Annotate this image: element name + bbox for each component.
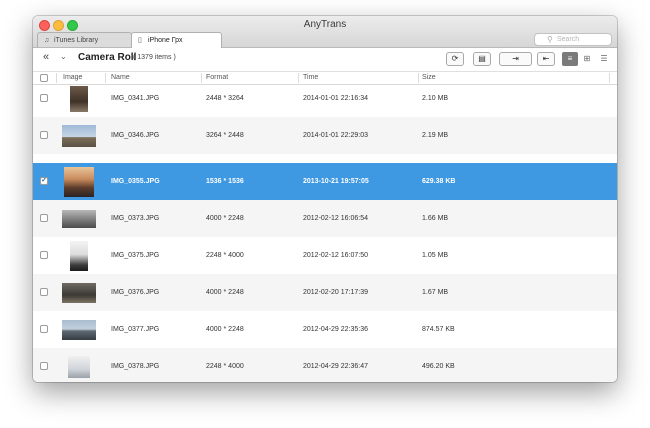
table-row[interactable]: IMG_0341.JPG 2448 * 3264 2014-01-01 22:16:… <box>33 84 617 117</box>
cell-time: 2012-02-12 16:06:54 <box>303 215 368 222</box>
cell-format: 4000 * 2248 <box>206 326 244 333</box>
cell-size: 1.67 MB <box>422 289 449 296</box>
grid-view-icon: ⊞ <box>583 54 591 63</box>
list-view-icon: ≡ <box>567 54 573 63</box>
photo-thumbnail[interactable] <box>62 124 96 147</box>
toolbar: « ⌄ Camera Roll ( 1379 items ) ⟳ ▤ ⇥ ⇤ ≡… <box>33 48 617 72</box>
row-checkbox[interactable] <box>40 288 48 296</box>
photo-thumbnail[interactable] <box>62 209 96 228</box>
export-to-computer-button[interactable]: ⇥ <box>499 52 532 66</box>
cell-name: IMG_0346.JPG <box>111 132 160 139</box>
photo-thumbnail[interactable] <box>70 240 88 271</box>
tab-label: iTunes Library <box>54 37 99 44</box>
cell-time: 2014-01-01 22:29:03 <box>303 132 368 139</box>
cell-size: 2.10 MB <box>422 95 449 102</box>
tab-iphone[interactable]: ▯ iPhone Грх <box>131 32 222 48</box>
cell-size: 1.66 MB <box>422 215 449 222</box>
cell-format: 4000 * 2248 <box>206 215 244 222</box>
item-count: ( 1379 items ) <box>133 54 176 61</box>
cell-size: 874.57 KB <box>422 326 455 333</box>
cell-name: IMG_0375.JPG <box>111 252 160 259</box>
column-image[interactable]: Image <box>63 72 82 84</box>
cell-name: IMG_0376.JPG <box>111 289 160 296</box>
photo-thumbnail[interactable] <box>68 355 90 378</box>
table-row[interactable]: ✓ IMG_0355.JPG 1536 * 1536 2013-10-21 19:57… <box>33 163 617 200</box>
cell-time: 2012-02-20 17:17:39 <box>303 289 368 296</box>
select-all-checkbox[interactable] <box>40 74 48 82</box>
table-row[interactable]: IMG_0373.JPG 4000 * 2248 2012-02-12 16:06:… <box>33 200 617 237</box>
search-icon: ⚲ <box>547 35 553 44</box>
cell-time: 2012-04-29 22:35:36 <box>303 326 368 333</box>
music-note-icon: ♫ <box>44 37 50 44</box>
photo-thumbnail[interactable] <box>62 319 96 340</box>
photo-thumbnail[interactable] <box>62 282 96 303</box>
export-icon: ⇥ <box>512 54 519 63</box>
detail-list-icon: ☰ <box>600 54 608 63</box>
column-format[interactable]: Format <box>206 72 228 84</box>
cell-size: 1.05 MB <box>422 252 449 259</box>
cell-size: 496.20 KB <box>422 363 455 370</box>
cell-name: IMG_0341.JPG <box>111 95 160 102</box>
import-button[interactable]: ⇤ <box>537 52 555 66</box>
import-icon: ⇤ <box>542 54 550 63</box>
cell-format: 4000 * 2248 <box>206 289 244 296</box>
refresh-icon: ⟳ <box>451 54 459 63</box>
cell-time: 2014-01-01 22:16:34 <box>303 95 368 102</box>
tab-itunes-library[interactable]: ♫ iTunes Library <box>37 32 132 47</box>
delete-button[interactable]: ▤ <box>473 52 491 66</box>
row-checkbox[interactable] <box>40 251 48 259</box>
row-checkbox[interactable] <box>40 131 48 139</box>
search-input[interactable]: ⚲ Search <box>534 33 612 46</box>
cell-time: 2012-02-12 16:07:50 <box>303 252 368 259</box>
cell-format: 1536 * 1536 <box>206 178 244 185</box>
cell-name: IMG_0373.JPG <box>111 215 160 222</box>
row-checkbox[interactable] <box>40 325 48 333</box>
cell-time: 2013-10-21 19:57:05 <box>303 178 369 185</box>
window-title: AnyTrans <box>303 19 347 30</box>
cell-format: 2448 * 3264 <box>206 95 244 102</box>
cell-size: 629.38 KB <box>422 178 456 185</box>
row-checkbox[interactable] <box>40 362 48 370</box>
location-title: Camera Roll <box>78 52 137 63</box>
cell-name: IMG_0377.JPG <box>111 326 160 333</box>
app-window: AnyTrans ♫ iTunes Library ▯ iPhone Грх ⚲ S… <box>33 16 617 382</box>
cell-format: 3264 * 2448 <box>206 132 244 139</box>
cell-format: 2248 * 4000 <box>206 363 244 370</box>
grid-view-button[interactable]: ⊞ <box>579 52 595 66</box>
table-row[interactable]: IMG_0378.JPG 2248 * 4000 2012-04-29 22:36:… <box>33 348 617 382</box>
tab-label: iPhone Грх <box>148 37 183 44</box>
column-name[interactable]: Name <box>111 72 130 84</box>
detail-view-button[interactable]: ☰ <box>596 52 612 66</box>
list-view-button[interactable]: ≡ <box>562 52 578 66</box>
search-placeholder: Search <box>557 36 580 43</box>
photo-thumbnail[interactable] <box>70 85 88 112</box>
column-size[interactable]: Size <box>422 72 436 84</box>
trash-icon: ▤ <box>478 54 486 63</box>
table-row[interactable]: IMG_0377.JPG 4000 * 2248 2012-04-29 22:35:… <box>33 311 617 348</box>
table-row[interactable]: IMG_0375.JPG 2248 * 4000 2012-02-12 16:07:… <box>33 237 617 274</box>
photo-thumbnail[interactable] <box>64 166 94 197</box>
chevron-down-icon[interactable]: ⌄ <box>60 52 67 61</box>
row-checkbox[interactable] <box>40 94 48 102</box>
refresh-button[interactable]: ⟳ <box>446 52 464 66</box>
column-time[interactable]: Time <box>303 72 318 84</box>
row-checkbox[interactable] <box>40 214 48 222</box>
cell-format: 2248 * 4000 <box>206 252 244 259</box>
cell-time: 2012-04-29 22:36:47 <box>303 363 368 370</box>
table-row[interactable]: IMG_0346.JPG 3264 * 2448 2014-01-01 22:29:… <box>33 117 617 154</box>
title-bar: AnyTrans ♫ iTunes Library ▯ iPhone Грх ⚲ S… <box>33 16 617 48</box>
phone-icon: ▯ <box>138 37 142 44</box>
cell-size: 2.19 MB <box>422 132 449 139</box>
cell-name: IMG_0355.JPG <box>111 178 160 185</box>
photo-list: IMG_0341.JPG 2448 * 3264 2014-01-01 22:16:… <box>33 84 617 382</box>
cell-name: IMG_0378.JPG <box>111 363 160 370</box>
row-checkbox[interactable]: ✓ <box>40 177 48 185</box>
table-row[interactable]: IMG_0376.JPG 4000 * 2248 2012-02-20 17:17:… <box>33 274 617 311</box>
back-double-chevron-icon[interactable]: « <box>43 51 49 63</box>
